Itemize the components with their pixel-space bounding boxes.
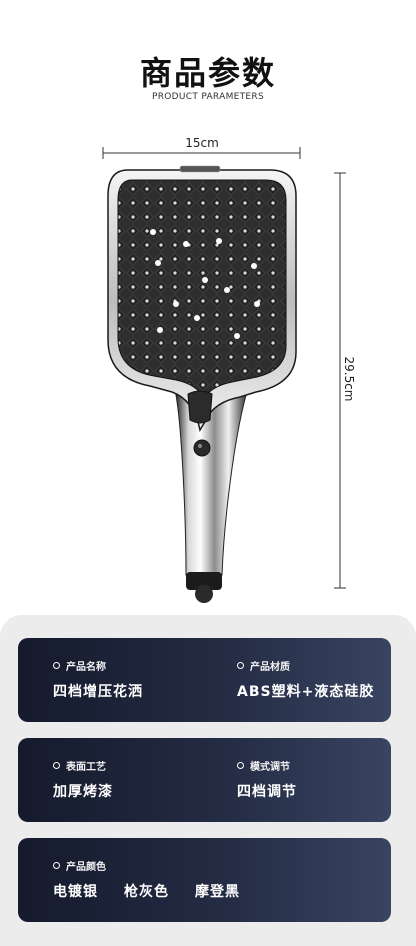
product-name-value: 四档增压花洒 — [53, 684, 143, 700]
surface-process-field: 表面工艺 加厚烤漆 — [53, 758, 113, 801]
width-dimension-line — [102, 147, 301, 159]
product-material-label: 产品材质 — [250, 662, 290, 673]
product-name-label: 产品名称 — [66, 662, 106, 673]
spec-card-color: 产品颜色 电镀银 枪灰色 摩登黑 — [18, 838, 391, 922]
product-color-values: 电镀银 枪灰色 摩登黑 — [53, 881, 266, 901]
color-option-black: 摩登黑 — [195, 884, 240, 900]
product-name-field: 产品名称 四档增压花洒 — [53, 658, 143, 701]
product-material-value: ABS塑料+液态硅胶 — [237, 684, 375, 700]
shower-handle — [175, 394, 247, 603]
bullet-icon — [53, 662, 60, 669]
bullet-icon — [237, 662, 244, 669]
surface-process-label: 表面工艺 — [66, 762, 106, 773]
mode-adjust-field: 模式调节 四档调节 — [237, 758, 297, 801]
bullet-icon — [237, 762, 244, 769]
color-option-gunmetal: 枪灰色 — [124, 884, 169, 900]
product-material-field: 产品材质 ABS塑料+液态硅胶 — [237, 658, 374, 701]
color-option-silver: 电镀银 — [53, 884, 98, 900]
height-dimension-line — [334, 172, 346, 589]
mode-adjust-label: 模式调节 — [250, 762, 290, 773]
product-color-label: 产品颜色 — [66, 862, 106, 873]
spec-card-name-material: 产品名称 四档增压花洒 产品材质 ABS塑料+液态硅胶 — [18, 638, 391, 722]
product-color-field: 产品颜色 电镀银 枪灰色 摩登黑 — [53, 858, 266, 901]
product-illustration — [102, 147, 346, 603]
mode-adjust-value: 四档调节 — [237, 784, 297, 800]
surface-process-value: 加厚烤漆 — [53, 784, 113, 800]
bullet-icon — [53, 862, 60, 869]
spec-card-surface-mode: 表面工艺 加厚烤漆 模式调节 四档调节 — [18, 738, 391, 822]
bullet-icon — [53, 762, 60, 769]
shower-head — [107, 165, 297, 457]
